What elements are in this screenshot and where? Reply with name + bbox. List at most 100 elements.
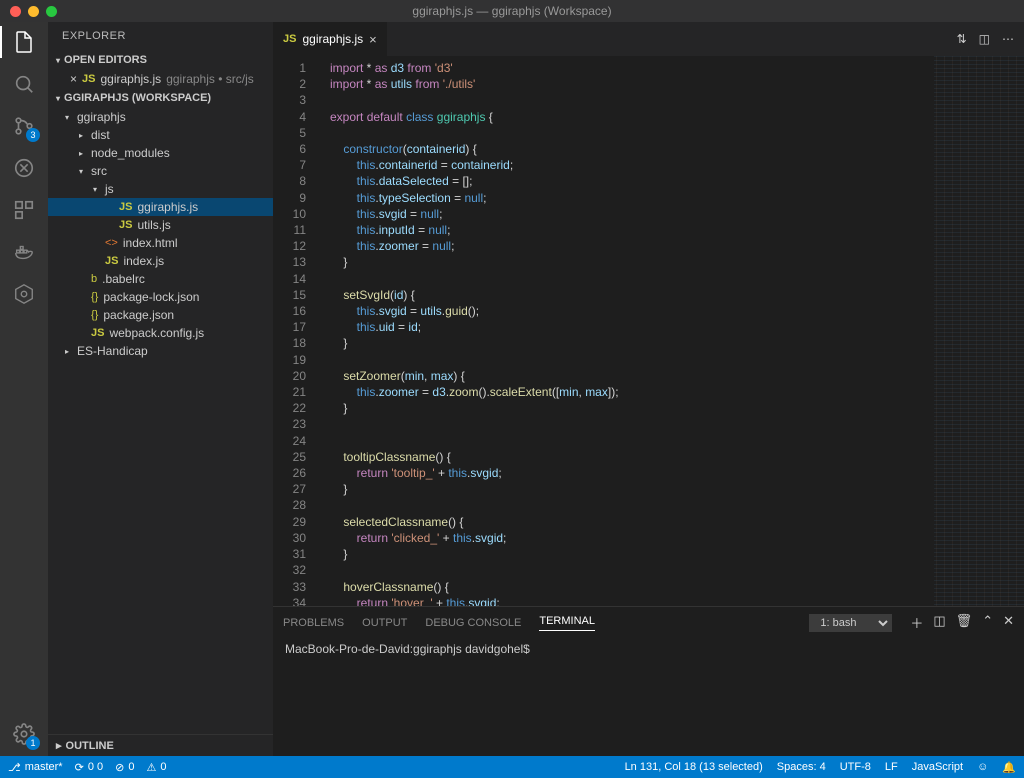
editor-tabs: JS ggiraphjs.js × ⇅ ◫ ⋯	[273, 22, 1024, 56]
folder-item[interactable]: ▸ dist	[48, 126, 273, 144]
eol[interactable]: LF	[885, 761, 898, 774]
tree-item-label: ggiraphjs	[77, 110, 126, 124]
maximize-window-icon[interactable]	[46, 6, 57, 17]
chevron-icon: ▸	[62, 347, 72, 356]
tree-item-label: index.js	[123, 254, 164, 268]
file-item[interactable]: JS index.js	[48, 252, 273, 270]
window-title: ggiraphjs.js — ggiraphjs (Workspace)	[412, 4, 611, 18]
outline-header[interactable]: ▸OUTLINE	[48, 734, 273, 756]
json-file-icon: {}	[91, 291, 98, 303]
indentation[interactable]: Spaces: 4	[777, 761, 826, 774]
panel-tab-output[interactable]: OUTPUT	[362, 617, 407, 629]
warnings-count[interactable]: ⚠ 0	[146, 761, 166, 774]
extensions-icon[interactable]	[12, 198, 36, 222]
editor-tab-active[interactable]: JS ggiraphjs.js ×	[273, 22, 388, 56]
html-file-icon: <>	[105, 237, 118, 249]
window-controls[interactable]	[10, 6, 57, 17]
folder-item[interactable]: ▾ js	[48, 180, 273, 198]
close-icon[interactable]: ×	[369, 32, 377, 47]
encoding[interactable]: UTF-8	[840, 761, 871, 774]
folder-item[interactable]: ▸ node_modules	[48, 144, 273, 162]
terminal-body[interactable]: MacBook-Pro-de-David:ggiraphjs davidgohe…	[273, 638, 1024, 660]
tree-item-label: ggiraphjs.js	[137, 200, 198, 214]
errors-count[interactable]: ⊘ 0	[115, 761, 134, 774]
js-file-icon: JS	[119, 201, 132, 213]
tree-item-label: utils.js	[137, 218, 170, 232]
tree-item-label: .babelrc	[102, 272, 145, 286]
split-terminal-icon[interactable]: ◫	[933, 613, 945, 632]
minimap[interactable]	[934, 56, 1024, 606]
git-branch[interactable]: ⎇ master*	[8, 761, 63, 774]
minimize-window-icon[interactable]	[28, 6, 39, 17]
compare-icon[interactable]: ⇅	[957, 32, 967, 46]
search-icon[interactable]	[12, 72, 36, 96]
chevron-icon: ▾	[90, 185, 100, 194]
js-file-icon: JS	[91, 327, 104, 339]
maximize-panel-icon[interactable]: ⌃	[982, 613, 993, 632]
more-icon[interactable]: ⋯	[1002, 32, 1014, 46]
json-file-icon: {}	[91, 309, 98, 321]
feedback-icon[interactable]: ☺	[977, 761, 988, 774]
settings-icon[interactable]: 1	[12, 722, 36, 746]
folder-item[interactable]: ▾ ggiraphjs	[48, 108, 273, 126]
tab-actions: ⇅ ◫ ⋯	[957, 22, 1024, 56]
chevron-icon: ▾	[76, 167, 86, 176]
kubernetes-icon[interactable]	[12, 282, 36, 306]
file-item[interactable]: {} package.json	[48, 306, 273, 324]
titlebar: ggiraphjs.js — ggiraphjs (Workspace)	[0, 0, 1024, 22]
explorer-icon[interactable]	[12, 30, 36, 54]
debug-icon[interactable]	[12, 156, 36, 180]
tree-item-label: ES-Handicap	[77, 344, 148, 358]
editor-body[interactable]: 1234567891011121314151617181920212223242…	[273, 56, 1024, 606]
terminal-selector[interactable]: 1: bash	[809, 614, 892, 632]
close-icon[interactable]: ×	[70, 72, 77, 86]
file-item[interactable]: b .babelrc	[48, 270, 273, 288]
tree-item-label: package-lock.json	[103, 290, 199, 304]
settings-badge: 1	[26, 736, 40, 750]
scm-badge: 3	[26, 128, 40, 142]
code-content[interactable]: import * as d3 from 'd3'import * as util…	[318, 56, 934, 606]
panel-tab-problems[interactable]: PROBLEMS	[283, 617, 344, 629]
line-numbers: 1234567891011121314151617181920212223242…	[273, 56, 318, 606]
workspace-header[interactable]: ▾GGIRAPHJS (WORKSPACE)	[48, 88, 273, 108]
folder-item[interactable]: ▾src	[48, 162, 273, 180]
notifications-icon[interactable]: 🔔	[1002, 761, 1016, 774]
open-editors-header[interactable]: ▾OPEN EDITORS	[48, 50, 273, 70]
file-item[interactable]: <>index.html	[48, 234, 273, 252]
file-item[interactable]: JS ggiraphjs.js	[48, 198, 273, 216]
babel-file-icon: b	[91, 273, 97, 285]
panel-tab-debug[interactable]: DEBUG CONSOLE	[425, 617, 521, 629]
chevron-icon: ▸	[76, 149, 86, 158]
sidebar-header: EXPLORER	[48, 22, 273, 50]
cursor-position[interactable]: Ln 131, Col 18 (13 selected)	[625, 761, 763, 774]
js-file-icon: JS	[283, 33, 296, 45]
panel-tab-terminal[interactable]: TERMINAL	[539, 615, 595, 631]
tree-item-label: dist	[91, 128, 110, 142]
chevron-icon: ▸	[76, 131, 86, 140]
kill-terminal-icon[interactable]: 🗑	[956, 613, 973, 632]
tree-item-label: package.json	[103, 308, 174, 322]
language-mode[interactable]: JavaScript	[912, 761, 963, 774]
activity-bar: 3 1	[0, 22, 48, 756]
js-file-icon: JS	[119, 219, 132, 231]
status-bar: ⎇ master* ⟳ 0 0 ⊘ 0 ⚠ 0 Ln 131, Col 18 (…	[0, 756, 1024, 778]
panel-tabs: PROBLEMS OUTPUT DEBUG CONSOLE TERMINAL 1…	[273, 607, 1024, 638]
split-editor-icon[interactable]: ◫	[979, 32, 990, 46]
docker-icon[interactable]	[12, 240, 36, 264]
new-terminal-icon[interactable]: ＋	[910, 613, 923, 632]
git-sync[interactable]: ⟳ 0 0	[75, 761, 104, 774]
close-panel-icon[interactable]: ✕	[1003, 613, 1014, 632]
file-item[interactable]: {} package-lock.json	[48, 288, 273, 306]
close-window-icon[interactable]	[10, 6, 21, 17]
tree-item-label: node_modules	[91, 146, 170, 160]
file-tree: ▾ggiraphjs▸dist▸node_modules▾src▾jsJSggi…	[48, 108, 273, 734]
file-item[interactable]: JSwebpack.config.js	[48, 324, 273, 342]
source-control-icon[interactable]: 3	[12, 114, 36, 138]
open-editor-item[interactable]: × JS ggiraphjs.js ggiraphjs • src/js	[48, 70, 273, 88]
js-file-icon: JS	[82, 73, 95, 85]
js-file-icon: JS	[105, 255, 118, 267]
chevron-icon: ▾	[62, 113, 72, 122]
tree-item-label: js	[105, 182, 114, 196]
folder-item[interactable]: ▸ ES-Handicap	[48, 342, 273, 360]
file-item[interactable]: JS utils.js	[48, 216, 273, 234]
